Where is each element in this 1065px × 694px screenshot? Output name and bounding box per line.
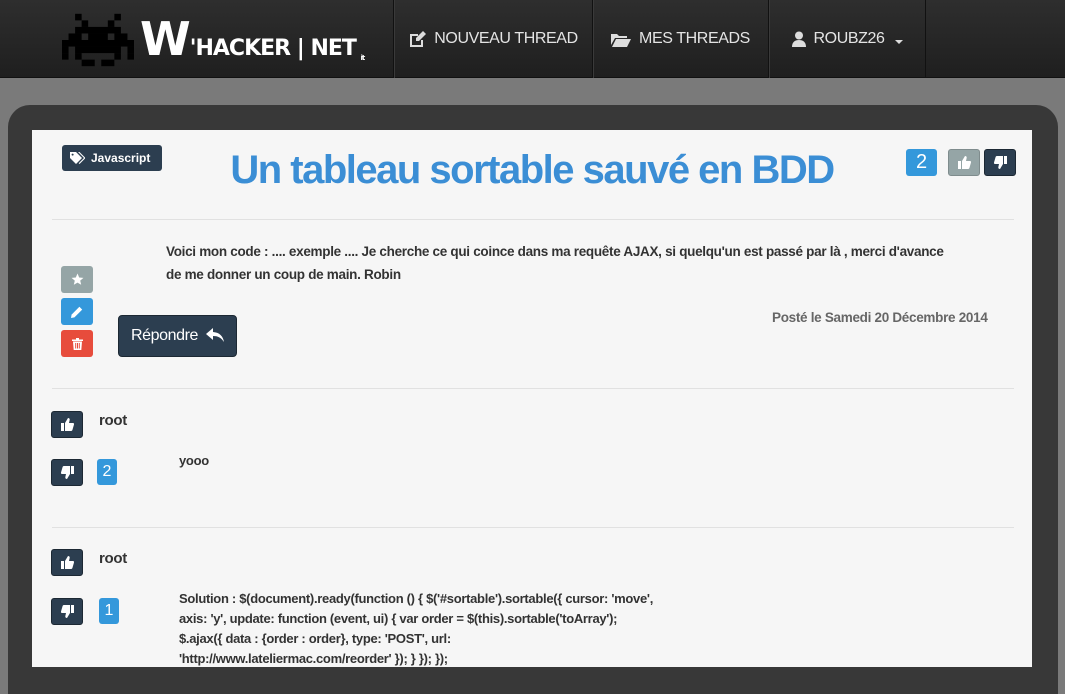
reply-button-label: Répondre <box>130 327 199 344</box>
site-logo[interactable]: W'HACKER | NET it <box>62 10 365 70</box>
star-icon <box>71 273 83 285</box>
reply-downvote-button[interactable] <box>51 459 83 486</box>
logo-suffix: it <box>360 54 365 62</box>
nav-new-thread-label: NOUVEAU THREAD <box>434 30 578 47</box>
nav-user-menu[interactable]: ROUBZ26 <box>768 0 926 78</box>
reply-text: yooo <box>179 453 209 468</box>
reply-score-badge: 1 <box>99 598 119 624</box>
navbar: W'HACKER | NET it NOUVEAU THREAD MES THR… <box>0 0 1065 78</box>
thumbs-down-icon <box>60 466 74 479</box>
reply-upvote-button[interactable] <box>51 411 83 438</box>
thread-score-badge: 2 <box>906 149 937 176</box>
thumbs-up-icon <box>60 418 74 431</box>
divider <box>52 388 1014 389</box>
folder-open-icon <box>611 33 632 47</box>
favorite-button[interactable] <box>61 266 93 293</box>
edit-button[interactable] <box>61 298 93 325</box>
main-nav: NOUVEAU THREAD MES THREADS ROUBZ26 <box>393 0 926 78</box>
thread-tag-label: Javascript <box>91 151 151 165</box>
reply-author[interactable]: root <box>99 550 127 567</box>
trash-icon <box>71 337 83 350</box>
logo-name: 'HACKER | NET <box>189 36 357 61</box>
logo-text: W'HACKER | NET it <box>140 16 365 62</box>
reply-score-badge: 2 <box>97 459 117 485</box>
thread-panel: Javascript Un tableau sortable sauvé en … <box>32 130 1032 667</box>
divider <box>52 219 1014 220</box>
thumbs-down-icon <box>993 156 1007 169</box>
thread-upvote-button[interactable] <box>948 149 980 176</box>
user-icon <box>791 31 806 47</box>
tags-icon <box>70 152 85 164</box>
logo-letter: W <box>140 12 191 66</box>
thumbs-up-icon <box>60 556 74 569</box>
thread-downvote-button[interactable] <box>984 149 1016 176</box>
reply-upvote-button[interactable] <box>51 549 83 576</box>
reply-text: Solution : $(document).ready(function ()… <box>179 591 653 666</box>
pencil-icon <box>71 306 83 318</box>
thread-body: Voici mon code : .... exemple .... Je ch… <box>166 244 944 282</box>
thumbs-up-icon <box>957 156 971 169</box>
pencil-square-icon <box>410 31 427 47</box>
delete-button[interactable] <box>61 330 93 357</box>
thread-date: Posté le Samedi 20 Décembre 2014 <box>772 310 988 325</box>
divider <box>52 527 1014 528</box>
reply-icon <box>206 328 225 342</box>
nav-user-label: ROUBZ26 <box>813 30 885 47</box>
nav-my-threads-label: MES THREADS <box>639 30 750 47</box>
thread-title: Un tableau sortable sauvé en BDD <box>230 148 835 192</box>
thumbs-down-icon <box>60 605 74 618</box>
chevron-down-icon <box>894 40 903 44</box>
space-invader-icon <box>62 13 134 67</box>
reply-author[interactable]: root <box>99 412 127 429</box>
reply-button[interactable]: Répondre <box>118 315 237 357</box>
reply-downvote-button[interactable] <box>51 598 83 625</box>
nav-my-threads[interactable]: MES THREADS <box>592 0 768 78</box>
thread-tag[interactable]: Javascript <box>62 145 163 171</box>
nav-new-thread[interactable]: NOUVEAU THREAD <box>393 0 592 78</box>
